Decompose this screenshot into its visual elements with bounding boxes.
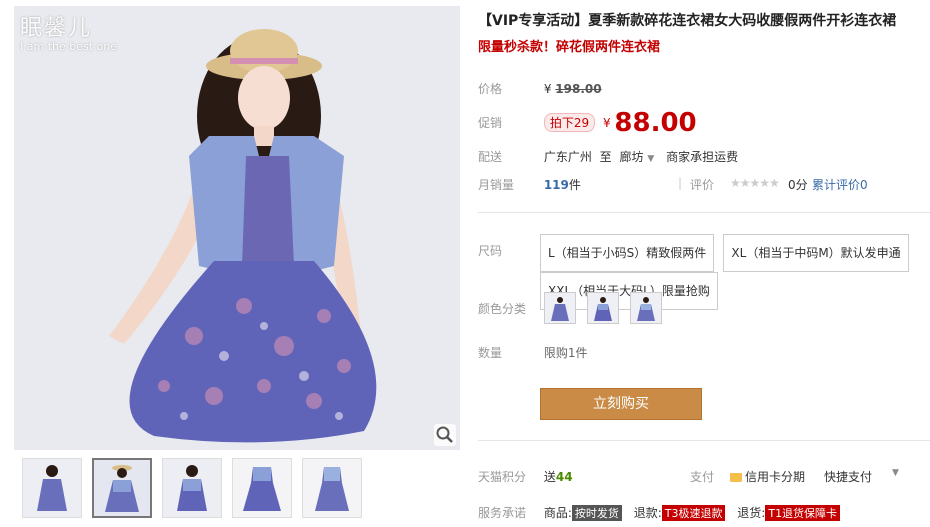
points-value: 44 <box>555 470 573 484</box>
sales-label: 月销量 <box>478 178 515 192</box>
price-label: 价格 <box>478 82 503 96</box>
quantity-limit: 限购1件 <box>543 346 588 360</box>
credit-installment-label: 信用卡分期 <box>745 470 806 484</box>
color-swatch-1[interactable] <box>544 292 576 324</box>
review-count-link[interactable]: 累计评价0 <box>812 176 868 193</box>
credit-installment[interactable]: 信用卡分期 <box>730 468 805 485</box>
delivery-label: 配送 <box>478 150 503 164</box>
points-row: 天猫积分 送44 支付 信用卡分期 快捷支付 ▼ <box>478 468 918 485</box>
delivery-from: 广东广州 <box>543 150 592 164</box>
thumbnail-5[interactable] <box>302 458 362 518</box>
credit-card-icon <box>730 473 742 482</box>
promo-row: 促销 拍下29 ¥ 88.00 <box>478 108 697 138</box>
promo-price: 88.00 <box>614 108 697 138</box>
thumbnail-4[interactable] <box>232 458 292 518</box>
sales-count: 119 <box>543 178 569 192</box>
service-goods-badge: 按时发货 <box>571 505 622 521</box>
color-swatch-3[interactable] <box>630 292 663 324</box>
size-row: 尺码 <box>478 238 540 259</box>
quick-pay: 快捷支付 <box>824 470 873 484</box>
brand-watermark: 眠馨儿 I am the best one <box>20 10 117 53</box>
delivery-to-select[interactable]: 廊坊 ▼ <box>620 150 655 164</box>
quantity-row: 数量 限购1件 <box>478 344 587 361</box>
service-refund: 退款: <box>633 506 662 520</box>
promo-tag: 拍下29 <box>543 112 596 132</box>
service-return-badge: T1退货保障卡 <box>765 505 841 521</box>
product-info-panel: 【VIP专享活动】夏季新款碎花连衣裙女大码收腰假两件开衫连衣裙 限量秒杀款！碎花… <box>478 10 930 521</box>
color-swatch-2[interactable] <box>587 292 620 324</box>
divider-line <box>478 440 930 441</box>
size-option-l[interactable]: L（相当于小码S）精致假两件 <box>540 234 715 272</box>
thumbnail-2-selected[interactable] <box>92 458 152 518</box>
chevron-down-icon: ▼ <box>647 154 655 164</box>
original-price: 198.00 <box>555 82 602 96</box>
sales-unit: 件 <box>568 178 581 192</box>
buy-now-button[interactable]: 立刻购买 <box>540 388 702 420</box>
price-row: 价格 ¥ 198.00 <box>478 80 602 97</box>
service-refund-badge: T3极速退款 <box>661 505 726 521</box>
model-photo <box>14 6 460 450</box>
divider: | <box>678 176 683 190</box>
rating-score: 0分 <box>788 178 808 192</box>
points-send: 送 <box>543 470 556 484</box>
product-subtitle: 限量秒杀款！碎花假两件连衣裙 <box>478 40 661 55</box>
divider-line <box>478 212 930 213</box>
color-label: 颜色分类 <box>478 302 527 316</box>
brand-name: 眠馨儿 <box>20 16 93 41</box>
color-row: 颜色分类 <box>478 300 540 317</box>
rating-label: 评价 <box>690 178 715 192</box>
main-product-image[interactable]: 眠馨儿 I am the best one <box>14 6 460 450</box>
brand-tagline: I am the best one <box>20 40 118 53</box>
color-swatches <box>544 292 668 324</box>
thumbnail-3[interactable] <box>162 458 222 518</box>
sales-row: 月销量 119件 | 评价 ★★★★★ 0分 累计评价0 <box>478 176 918 193</box>
delivery-to: 廊坊 <box>619 150 644 164</box>
service-goods: 商品: <box>543 506 572 520</box>
size-label: 尺码 <box>478 244 503 258</box>
price-currency: ¥ <box>543 82 552 96</box>
shipping-note: 商家承担运费 <box>666 150 739 164</box>
product-title: 【VIP专享活动】夏季新款碎花连衣裙女大码收腰假两件开衫连衣裙 <box>478 13 897 29</box>
service-return: 退货: <box>737 506 766 520</box>
service-row: 服务承诺 商品: 按时发货 退款: T3极速退款 退货: T1退货保障卡 <box>478 504 918 521</box>
points-label: 天猫积分 <box>478 470 527 484</box>
promo-currency: ¥ <box>602 115 611 130</box>
quantity-label: 数量 <box>478 346 503 360</box>
chevron-down-icon[interactable]: ▼ <box>892 468 899 478</box>
zoom-icon[interactable] <box>434 424 456 446</box>
thumbnail-1[interactable] <box>22 458 82 518</box>
delivery-row: 配送 广东广州 至 廊坊 ▼ 商家承担运费 <box>478 148 738 165</box>
size-option-xl[interactable]: XL（相当于中码M）默认发申通 <box>723 234 909 272</box>
delivery-to-word: 至 <box>599 150 612 164</box>
service-label: 服务承诺 <box>478 506 527 520</box>
pay-label: 支付 <box>690 470 715 484</box>
thumbnail-strip <box>22 458 362 518</box>
promo-label: 促销 <box>478 115 503 130</box>
star-rating-icon: ★★★★★ <box>730 176 780 190</box>
